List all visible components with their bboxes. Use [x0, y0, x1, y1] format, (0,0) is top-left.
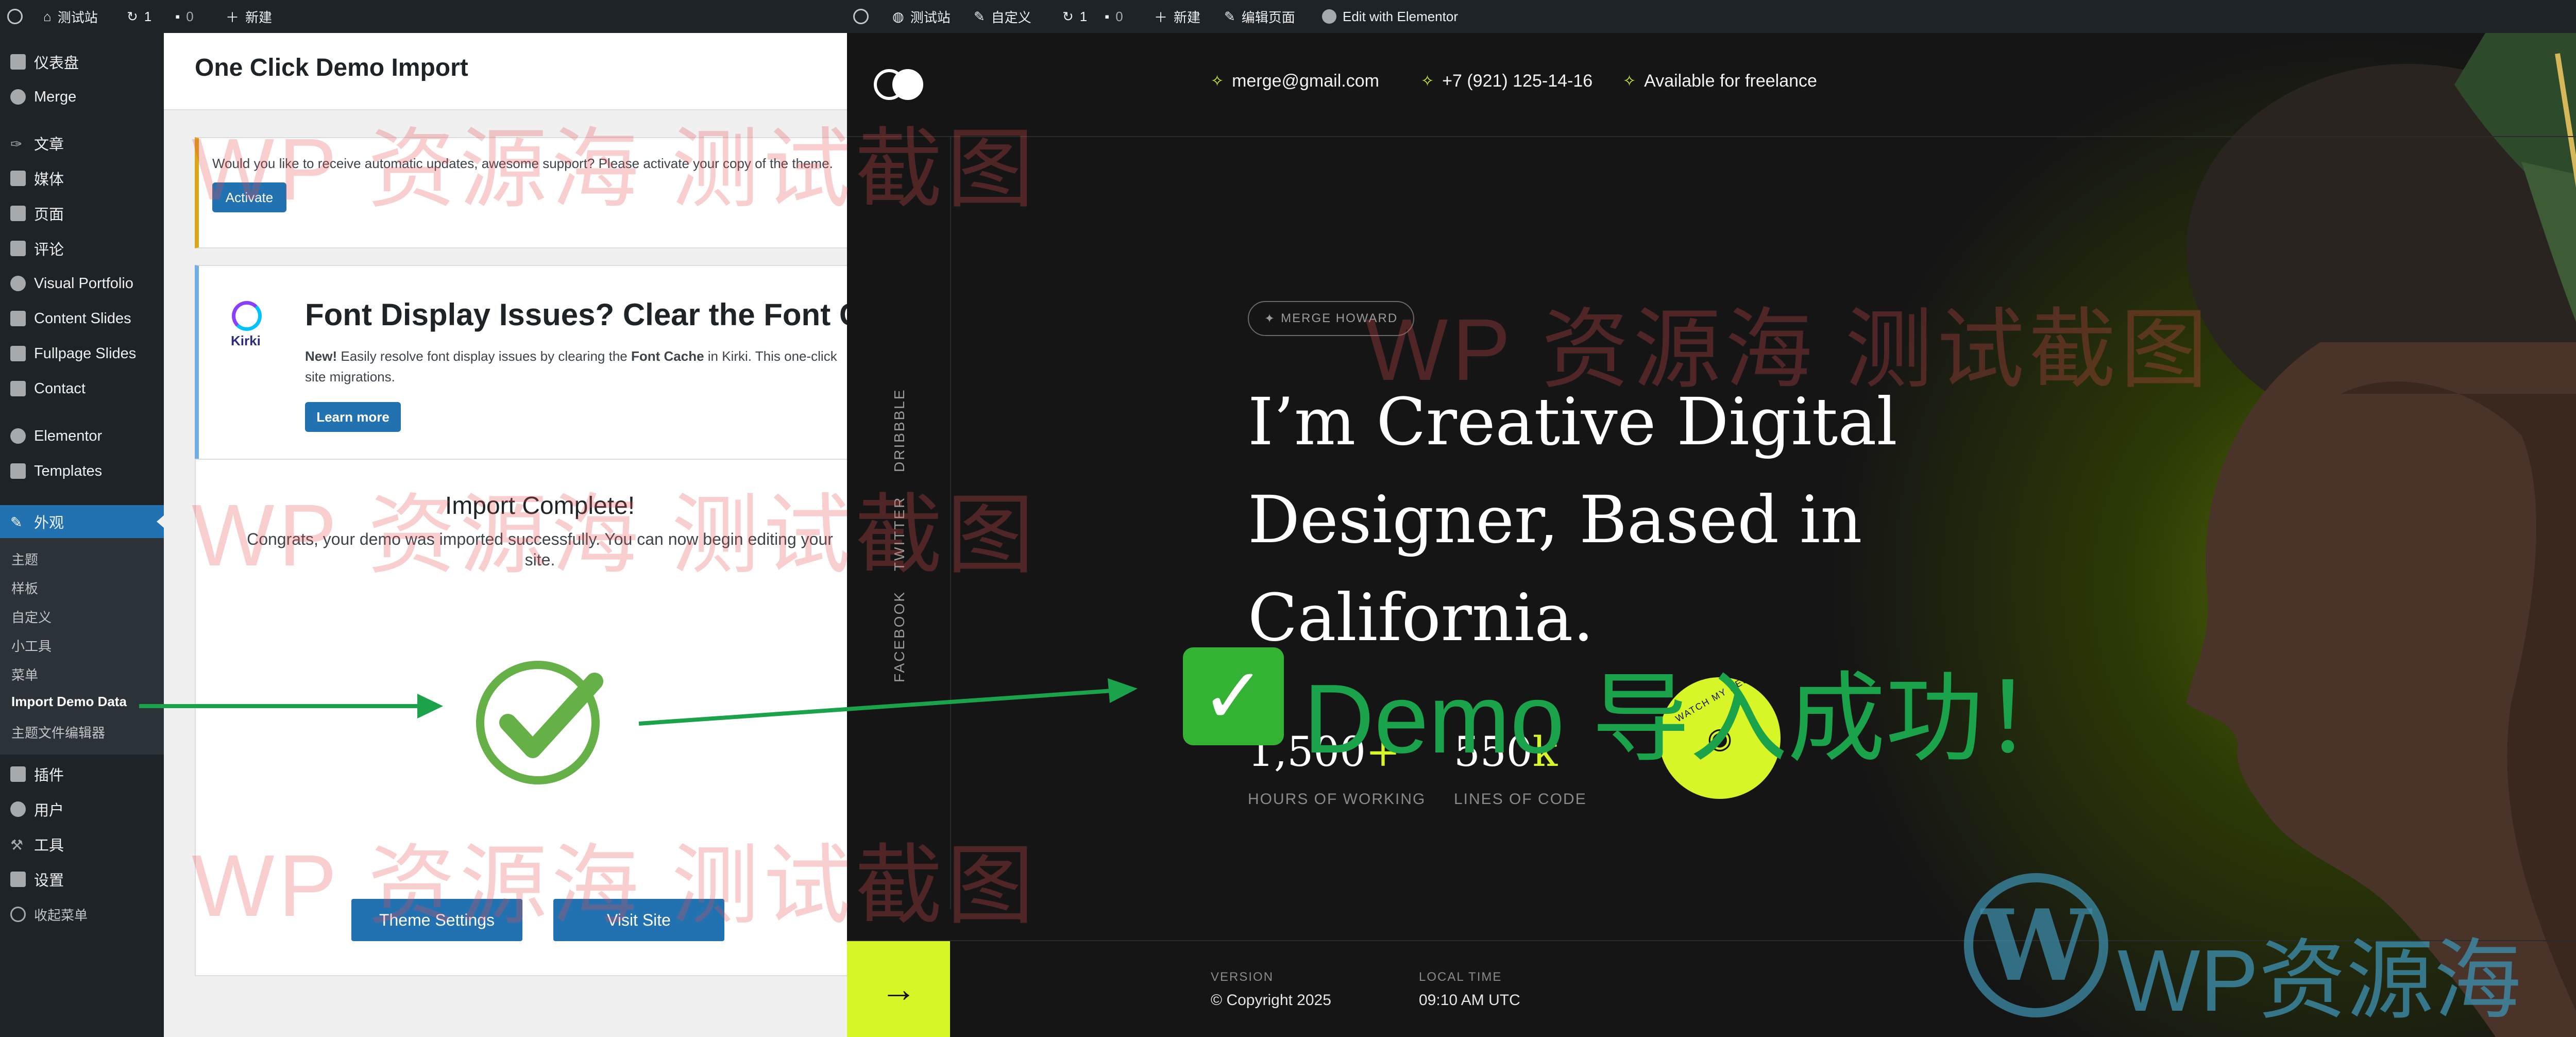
annotation-arrows: [139, 678, 1138, 726]
success-overlay-text: Demo 导入成功！: [1303, 664, 2081, 774]
checkbox-emoji-icon: ✓: [1183, 647, 1284, 745]
